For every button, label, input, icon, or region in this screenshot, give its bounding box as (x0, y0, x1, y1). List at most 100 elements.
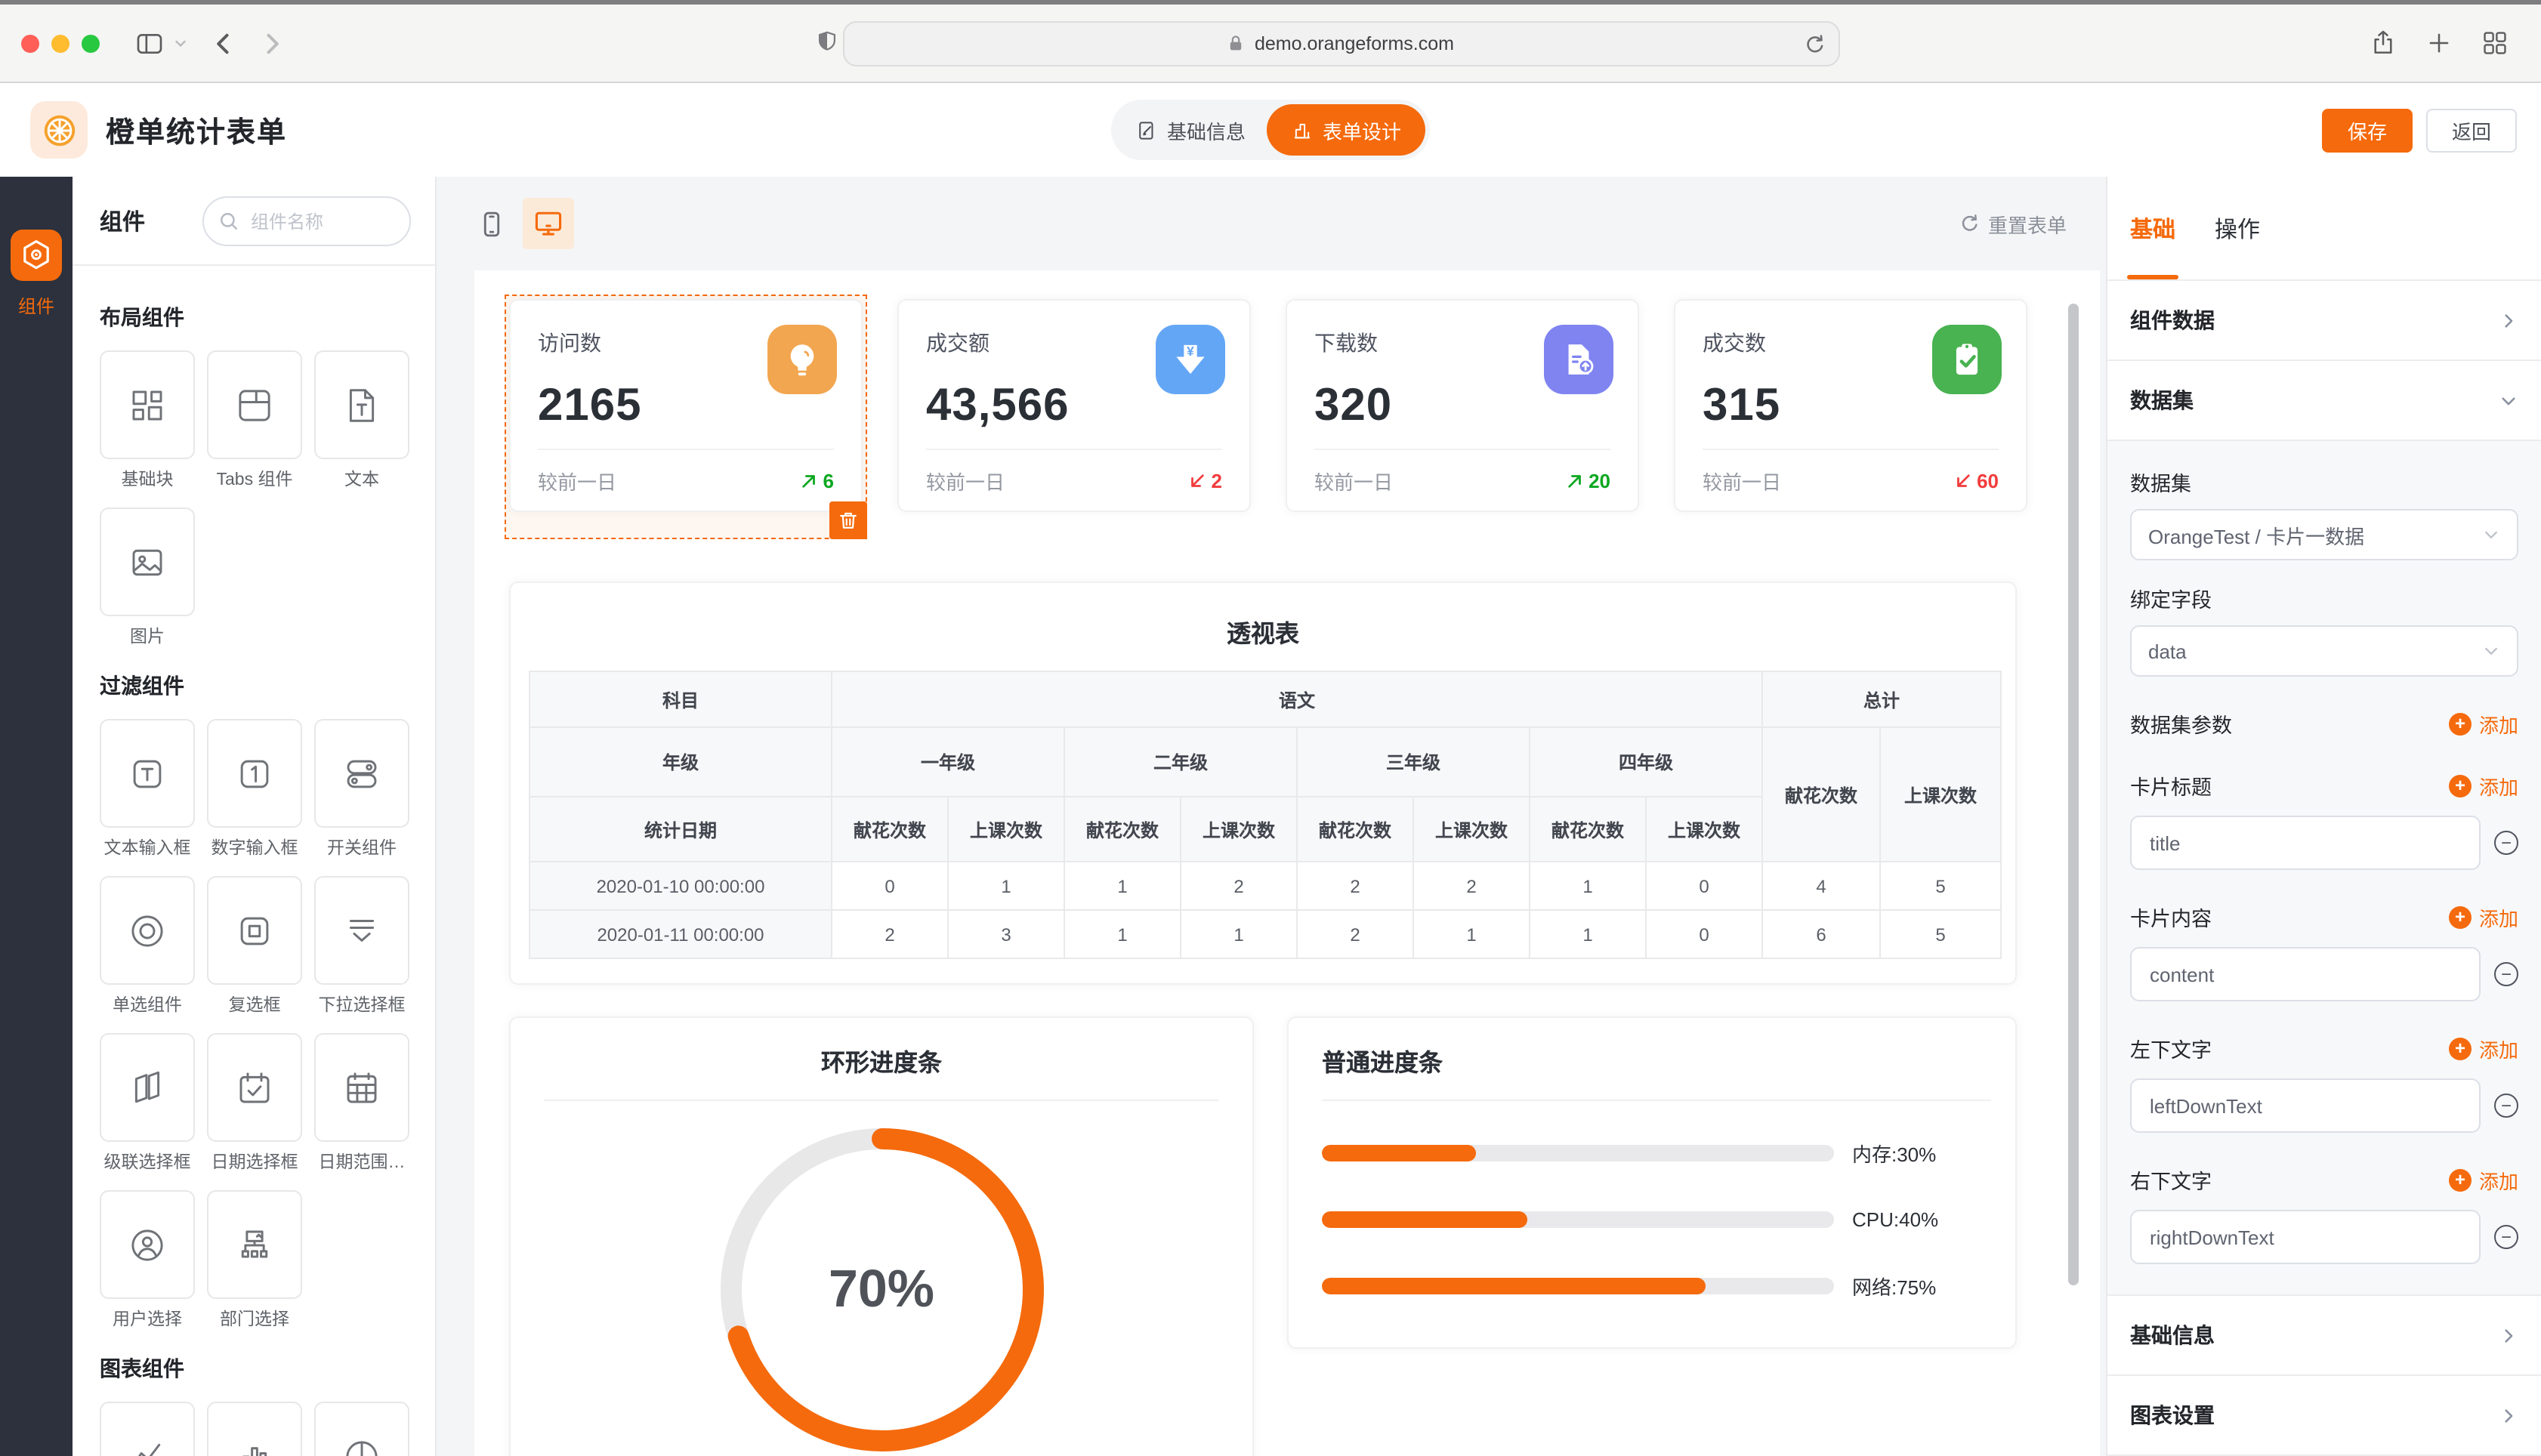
component-item[interactable] (314, 1402, 409, 1456)
remove-card-content-button[interactable]: − (2494, 962, 2518, 986)
rail-components-button[interactable] (11, 230, 62, 281)
pie-chart-icon (341, 1436, 382, 1456)
sidebar-toggle-icon[interactable] (134, 28, 165, 58)
chevron-down-icon[interactable] (172, 35, 189, 51)
component-item[interactable]: 基础块 (100, 350, 195, 489)
reset-form-button[interactable]: 重置表单 (1958, 209, 2067, 238)
left-rail: 组件 (0, 177, 73, 1456)
component-item[interactable] (207, 1402, 302, 1456)
dataset-select[interactable]: OrangeTest / 卡片一数据 (2130, 509, 2518, 560)
progress-fill (1322, 1145, 1475, 1161)
section-component-data[interactable]: 组件数据 (2107, 281, 2541, 361)
share-icon[interactable] (2369, 29, 2397, 57)
pivot-header-cell: 二年级 (1064, 727, 1297, 797)
add-dataset-param-button[interactable]: +添加 (2449, 709, 2518, 738)
component-item[interactable]: 下拉选择框 (314, 876, 409, 1015)
component-item[interactable]: 部门选择 (207, 1190, 302, 1329)
add-card-title-button[interactable]: +添加 (2449, 771, 2518, 800)
new-tab-icon[interactable] (2425, 29, 2453, 57)
add-left-text-button[interactable]: +添加 (2449, 1034, 2518, 1063)
card-title-input[interactable] (2130, 816, 2481, 870)
file-upload-icon (1544, 325, 1613, 394)
component-item[interactable]: Tabs 组件 (207, 350, 302, 489)
component-item[interactable]: 用户选择 (100, 1190, 195, 1329)
tab-overview-icon[interactable] (2481, 29, 2509, 57)
trend-up-icon (1564, 471, 1584, 491)
chevron-down-icon (2482, 526, 2500, 544)
divider (1703, 449, 1999, 450)
pivot-header-cell: 统计日期 (530, 797, 832, 862)
form-icon (1135, 119, 1158, 141)
left-text-input[interactable] (2130, 1078, 2481, 1133)
pivot-data-cell: 4 (1762, 862, 1880, 910)
close-window-button[interactable] (21, 34, 39, 52)
canvas-scrollbar[interactable] (2068, 304, 2079, 1285)
user-icon (127, 1224, 168, 1265)
chevron-down-icon (2482, 642, 2500, 660)
back-icon[interactable] (210, 29, 237, 57)
text-doc-icon (341, 384, 382, 425)
section-dataset[interactable]: 数据集 (2107, 361, 2541, 441)
ring-title: 环形进度条 (544, 1042, 1219, 1078)
pivot-table-widget[interactable]: 透视表 科目语文总计年级一年级二年级三年级四年级献花次数上课次数统计日期献花次数… (509, 581, 2017, 985)
pivot-title: 透视表 (529, 613, 1997, 649)
component-item[interactable]: 日期范围… (314, 1033, 409, 1172)
back-button[interactable]: 返回 (2426, 108, 2517, 152)
url-text: demo.orangeforms.com (1255, 32, 1454, 54)
component-item[interactable] (100, 1402, 195, 1456)
tab-basic[interactable]: 基础 (2130, 177, 2175, 279)
select-icon (341, 910, 382, 951)
component-search[interactable] (202, 196, 411, 246)
component-item[interactable]: 复选框 (207, 876, 302, 1015)
delete-widget-button[interactable] (829, 501, 867, 539)
right-text-input[interactable] (2130, 1210, 2481, 1264)
component-item[interactable]: 开关组件 (314, 719, 409, 858)
component-item[interactable]: 单选组件 (100, 876, 195, 1015)
tab-basic-info[interactable]: 基础信息 (1135, 116, 1246, 144)
stat-card[interactable]: 下载数 320 较前一日 20 (1286, 299, 1639, 512)
add-right-text-button[interactable]: +添加 (2449, 1165, 2518, 1194)
component-item-label: 部门选择 (207, 1306, 302, 1329)
stat-card[interactable]: 成交额 ¥ 43,566 较前一日 2 (897, 299, 1251, 512)
stat-card[interactable]: 成交数 315 较前一日 60 (1674, 299, 2027, 512)
trend-down-icon (1187, 471, 1207, 491)
trend-up-icon (799, 471, 819, 491)
progress-bars-widget[interactable]: 普通进度条 内存:30% CPU:40% 网络:75% (1287, 1016, 2017, 1349)
tab-form-design[interactable]: 表单设计 (1267, 104, 1425, 156)
component-item[interactable]: 文本 (314, 350, 409, 489)
tabs-layout-icon (234, 384, 275, 425)
shield-icon[interactable] (814, 29, 839, 57)
mobile-preview-icon[interactable] (476, 208, 508, 239)
component-item[interactable]: 图片 (100, 507, 195, 646)
add-card-content-button[interactable]: +添加 (2449, 902, 2518, 931)
search-input[interactable] (248, 209, 384, 233)
window-controls (21, 34, 100, 52)
forward-icon[interactable] (258, 29, 286, 57)
component-item[interactable]: 日期选择框 (207, 1033, 302, 1172)
remove-right-text-button[interactable]: − (2494, 1225, 2518, 1249)
card-content-input[interactable] (2130, 947, 2481, 1001)
component-item-label: 用户选择 (100, 1306, 195, 1329)
component-item[interactable]: 数字输入框 (207, 719, 302, 858)
component-item[interactable]: 级联选择框 (100, 1033, 195, 1172)
plus-circle-icon: + (2449, 1168, 2472, 1191)
stat-card[interactable]: 访问数 2165 较前一日 6 (509, 299, 863, 512)
property-panel: 基础 操作 组件数据 数据集 数据集 OrangeTest / 卡片一数据 绑定… (2106, 177, 2541, 1456)
tab-actions[interactable]: 操作 (2215, 177, 2260, 279)
minimize-window-button[interactable] (51, 34, 69, 52)
remove-card-title-button[interactable]: − (2494, 831, 2518, 855)
reload-icon[interactable] (1802, 32, 1824, 55)
pivot-header-cell: 上课次数 (948, 797, 1064, 862)
section-basic-info[interactable]: 基础信息 (2107, 1296, 2541, 1376)
bind-field-select[interactable]: data (2130, 625, 2518, 677)
component-group: 过滤组件 文本输入框 数字输入框 开关组件 单选组件 复选框 下拉选择框 级联选… (100, 671, 408, 1329)
section-chart-settings[interactable]: 图表设置 (2107, 1376, 2541, 1456)
pivot-data-cell: 2020-01-10 00:00:00 (530, 862, 832, 910)
ring-progress-widget[interactable]: 环形进度条 70% (509, 1016, 1254, 1456)
address-bar[interactable]: demo.orangeforms.com (842, 20, 1839, 66)
desktop-preview-icon[interactable] (523, 198, 574, 249)
remove-left-text-button[interactable]: − (2494, 1094, 2518, 1118)
component-item[interactable]: 文本输入框 (100, 719, 195, 858)
zoom-window-button[interactable] (82, 34, 100, 52)
save-button[interactable]: 保存 (2322, 108, 2413, 152)
